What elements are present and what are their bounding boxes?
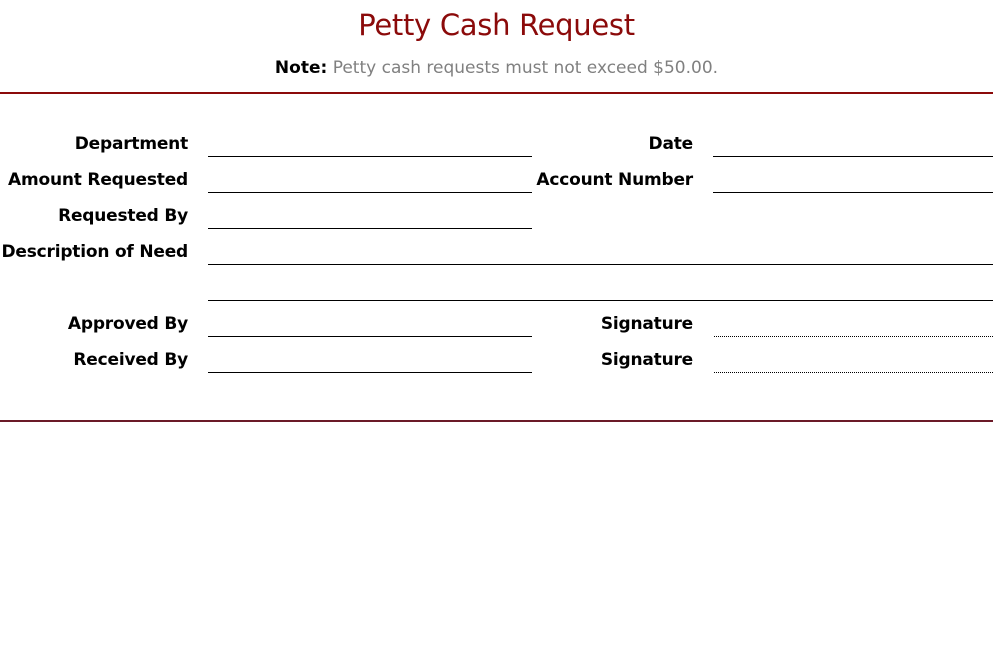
approved-by-label: Approved By bbox=[67, 314, 188, 334]
bottom-divider bbox=[0, 420, 993, 422]
description-of-need-field-line-2[interactable] bbox=[208, 300, 993, 301]
note-text: Petty cash requests must not exceed $50.… bbox=[332, 58, 719, 78]
requested-by-field[interactable] bbox=[208, 228, 532, 229]
received-by-field[interactable] bbox=[208, 372, 532, 373]
note-label: Note: bbox=[274, 58, 328, 78]
description-of-need-field-line-1[interactable] bbox=[208, 264, 993, 265]
form-title: Petty Cash Request bbox=[358, 8, 635, 42]
account-number-field[interactable] bbox=[713, 192, 993, 193]
amount-requested-field[interactable] bbox=[208, 192, 532, 193]
account-number-label: Account Number bbox=[536, 170, 693, 190]
form-note: Note: Petty cash requests must not excee… bbox=[0, 58, 993, 78]
department-label: Department bbox=[74, 134, 188, 154]
date-field[interactable] bbox=[713, 156, 993, 157]
top-divider bbox=[0, 92, 993, 94]
requested-by-label: Requested By bbox=[58, 206, 188, 226]
received-signature-label: Signature bbox=[600, 350, 693, 370]
approved-signature-label: Signature bbox=[600, 314, 693, 334]
department-field[interactable] bbox=[208, 156, 532, 157]
approved-by-field[interactable] bbox=[208, 336, 532, 337]
description-of-need-label: Description of Need bbox=[1, 242, 188, 262]
received-signature-field[interactable] bbox=[714, 372, 993, 373]
amount-requested-label: Amount Requested bbox=[8, 170, 188, 190]
date-label: Date bbox=[648, 134, 694, 154]
approved-signature-field[interactable] bbox=[714, 336, 993, 337]
received-by-label: Received By bbox=[73, 350, 188, 370]
